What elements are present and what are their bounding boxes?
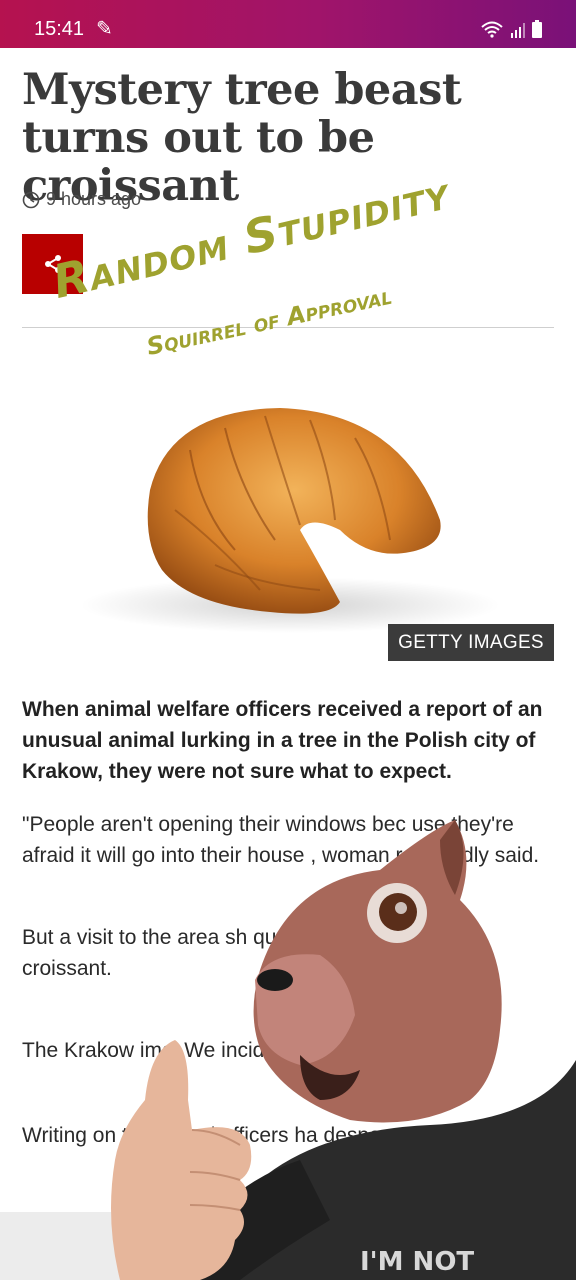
battery-icon — [532, 20, 542, 38]
article-lead: When animal welfare officers received a … — [22, 698, 543, 783]
clock-icon — [22, 191, 40, 208]
wifi-icon — [481, 21, 503, 38]
status-time: 15:41 — [34, 18, 85, 40]
shirt-text: I'M NOT — [360, 1247, 474, 1277]
article-timestamp: 9 hours ago — [22, 189, 141, 210]
croissant-image — [0, 340, 576, 670]
status-icons — [480, 18, 542, 38]
signal-icon — [511, 23, 525, 38]
image-credit: GETTY IMAGES — [388, 624, 554, 661]
status-bar: 15:41 ✎ — [0, 0, 576, 48]
pen-icon: ✎ — [96, 18, 113, 40]
timestamp-text: 9 hours ago — [46, 189, 142, 209]
squirrel-mask-photo: I'M NOT — [0, 800, 576, 1280]
